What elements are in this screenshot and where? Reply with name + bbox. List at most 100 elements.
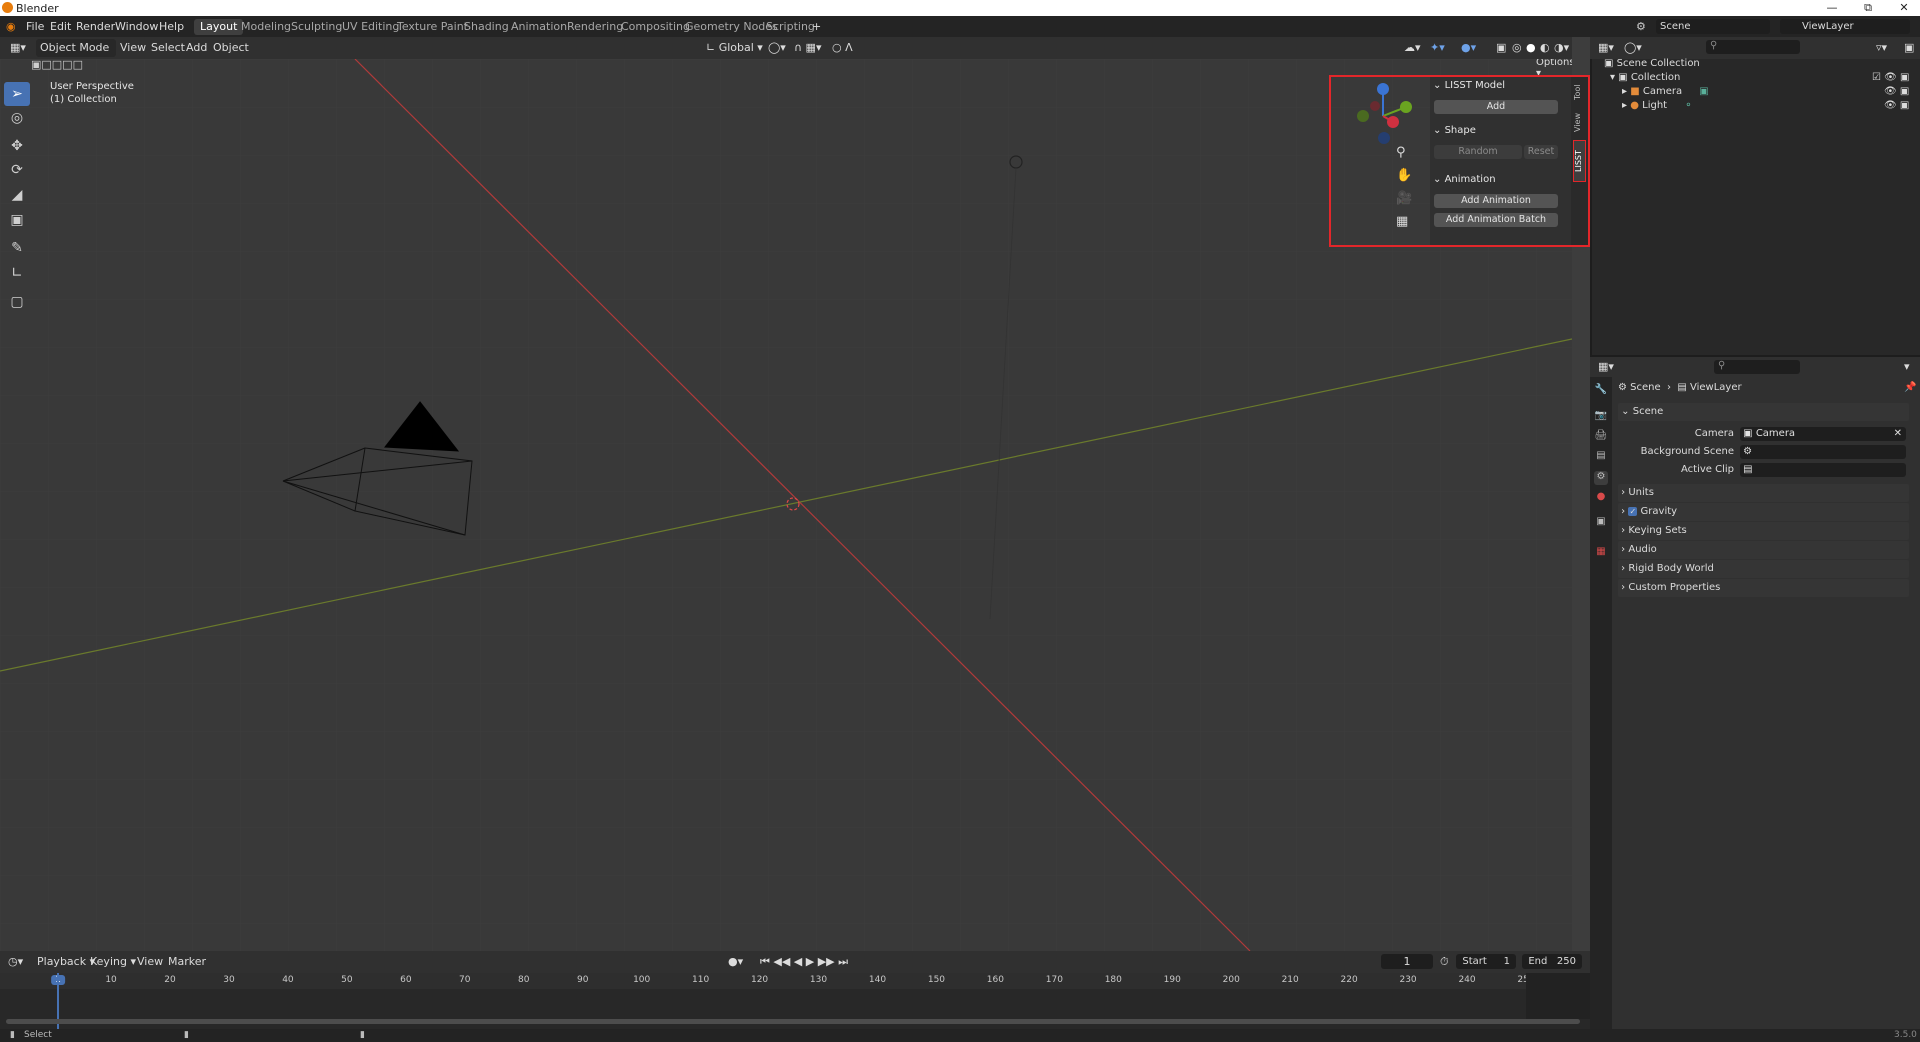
current-frame-field[interactable]: 1: [1381, 954, 1433, 969]
pivot-icon[interactable]: ◯▾: [768, 39, 786, 57]
custom-properties-section[interactable]: › Custom Properties: [1618, 579, 1909, 597]
maximize-icon[interactable]: ⧉: [1850, 0, 1886, 16]
view-label: User Perspective: [50, 81, 134, 92]
add-workspace-icon[interactable]: +: [812, 20, 821, 33]
texture-tab-icon[interactable]: ▦: [1594, 546, 1608, 560]
scene-selector[interactable]: Scene: [1656, 19, 1770, 34]
timeline-tick-label: 240: [1458, 975, 1476, 985]
proportional-edit-icon[interactable]: ○ Λ: [832, 39, 853, 57]
mouse-right-icon: ▮: [360, 1030, 365, 1040]
outliner-search-input[interactable]: ⚲: [1706, 40, 1800, 54]
outliner-item-scene-collection[interactable]: ▣ Scene Collection: [1604, 57, 1700, 71]
render-tab-icon[interactable]: 📷: [1594, 410, 1608, 424]
timeline-tick-label: 70: [459, 975, 471, 985]
outliner-item-camera[interactable]: ▸ ■ Camera ▣: [1622, 85, 1709, 99]
background-scene-field[interactable]: ⚙: [1740, 445, 1906, 459]
mode-dropdown[interactable]: Object Mode ▾: [36, 39, 116, 72]
world-tab-icon[interactable]: ●: [1594, 491, 1608, 505]
outliner-item-light[interactable]: ▸ ● Light ⚬: [1622, 99, 1693, 113]
orientation-dropdown[interactable]: ∟ Global ▾: [706, 39, 763, 57]
start-frame-field[interactable]: Start 1: [1456, 954, 1516, 969]
cursor-icon[interactable]: ◎: [4, 106, 30, 130]
menu-render[interactable]: Render: [76, 20, 115, 33]
scale-icon[interactable]: ◢: [4, 183, 30, 207]
timeline-menu-view[interactable]: View: [137, 953, 163, 971]
properties-editor-icon[interactable]: ▦▾: [1598, 358, 1614, 376]
timeline-tick-label: 10: [105, 975, 117, 985]
record-icon[interactable]: ●▾: [728, 953, 743, 971]
select-mode-icons[interactable]: ▣□□□□: [31, 59, 101, 72]
timeline-tick-label: 60: [400, 975, 412, 985]
timeline-menu-playback[interactable]: Playback ▾: [37, 953, 95, 971]
menu-file[interactable]: File: [26, 20, 44, 33]
stopwatch-icon[interactable]: ⏱: [1440, 953, 1449, 971]
timeline-tick-label: 120: [750, 975, 769, 985]
properties-search-input[interactable]: ⚲: [1714, 360, 1800, 374]
display-mode-icon[interactable]: ◯▾: [1624, 39, 1642, 57]
units-section[interactable]: › Units: [1618, 484, 1909, 502]
timeline-menu-keying[interactable]: Keying ▾: [90, 953, 136, 971]
filter-icon[interactable]: ▿▾: [1876, 39, 1887, 57]
end-frame-field[interactable]: End 250: [1522, 954, 1582, 969]
transform-icon[interactable]: ▣: [4, 208, 30, 232]
top-menu-bar: ◉ File Edit Render Window Help Layout Mo…: [0, 16, 1920, 37]
viewlayer-selector[interactable]: ViewLayer: [1780, 19, 1910, 34]
shading-rendered-icon[interactable]: ◑▾: [1554, 39, 1569, 57]
timeline-tick-label: 180: [1104, 975, 1122, 985]
timeline-tick-label: 80: [518, 975, 530, 985]
measure-icon[interactable]: ∟: [4, 261, 30, 285]
blender-menu-icon[interactable]: ◉: [6, 20, 16, 33]
viewport-menu-select[interactable]: Select: [151, 39, 185, 57]
tool-tab-icon[interactable]: 🔧: [1594, 384, 1608, 398]
menu-window[interactable]: Window: [115, 20, 158, 33]
scene-tab-icon[interactable]: ⚙: [1594, 471, 1608, 485]
snap-icon[interactable]: ∩ ▦▾: [794, 39, 821, 57]
view-layer-tab-icon[interactable]: ▤: [1594, 450, 1608, 464]
output-tab-icon[interactable]: 🖨: [1594, 430, 1608, 444]
audio-section[interactable]: › Audio: [1618, 541, 1909, 559]
playback-controls[interactable]: ⏮ ◀◀ ◀ ▶ ▶▶ ⏭: [760, 953, 848, 971]
shading-material-icon[interactable]: ◐: [1540, 39, 1550, 57]
timeline-tick-label: 160: [986, 975, 1004, 985]
timeline-scrollbar[interactable]: [6, 1019, 1580, 1024]
scene-section-header[interactable]: ⌄ Scene: [1618, 403, 1909, 421]
gizmo-toggle-icon[interactable]: ✦▾: [1430, 39, 1445, 57]
viewport-menu-view[interactable]: View: [120, 39, 146, 57]
shading-wireframe-icon[interactable]: ◎: [1512, 39, 1522, 57]
select-box-icon[interactable]: ➢: [4, 82, 30, 106]
scene-section-title: Scene: [1632, 406, 1664, 417]
gravity-section[interactable]: › ✓ Gravity: [1618, 503, 1909, 521]
xray-icon[interactable]: ▣: [1496, 39, 1506, 57]
timeline-menu-marker[interactable]: Marker: [168, 953, 206, 971]
close-icon[interactable]: ✕: [1886, 0, 1920, 16]
minimize-icon[interactable]: —: [1814, 0, 1850, 16]
end-value: 250: [1556, 956, 1576, 967]
pin-icon[interactable]: 📌: [1904, 382, 1916, 393]
timeline-tick-label: 30: [223, 975, 235, 985]
shading-solid-icon[interactable]: ●: [1526, 39, 1536, 57]
rotate-icon[interactable]: ⟳: [4, 158, 30, 182]
annotate-icon[interactable]: ✎: [4, 236, 30, 260]
overlay-toggle-icon[interactable]: ●▾: [1461, 39, 1476, 57]
new-collection-icon[interactable]: ▣: [1904, 39, 1914, 57]
move-icon[interactable]: ✥: [4, 134, 30, 158]
camera-visibility-icons[interactable]: 👁 ▣: [1884, 85, 1909, 99]
rigid-body-world-section[interactable]: › Rigid Body World: [1618, 560, 1909, 578]
menu-edit[interactable]: Edit: [50, 20, 71, 33]
editor-type-icon[interactable]: ▦▾: [10, 39, 26, 57]
add-cube-icon[interactable]: ▢: [4, 290, 30, 314]
properties-options-icon[interactable]: ▾: [1904, 358, 1910, 376]
outliner-editor-icon[interactable]: ▦▾: [1598, 39, 1614, 57]
outliner-item-collection[interactable]: ▾ ▣ Collection: [1610, 71, 1680, 85]
camera-field[interactable]: ▣ Camera ✕: [1740, 427, 1906, 441]
visibility-icon[interactable]: ☁▾: [1404, 39, 1421, 57]
active-clip-field[interactable]: ▤: [1740, 463, 1906, 477]
collection-tab-icon[interactable]: ▣: [1594, 516, 1608, 530]
viewport-menu-object[interactable]: Object: [213, 39, 249, 57]
collection-visibility-icons[interactable]: ☑ 👁 ▣: [1872, 71, 1909, 85]
timeline-editor-icon[interactable]: ◷▾: [8, 953, 23, 971]
light-visibility-icons[interactable]: 👁 ▣: [1884, 99, 1909, 113]
menu-help[interactable]: Help: [159, 20, 184, 33]
keying-sets-section[interactable]: › Keying Sets: [1618, 522, 1909, 540]
viewport-menu-add[interactable]: Add: [186, 39, 207, 57]
